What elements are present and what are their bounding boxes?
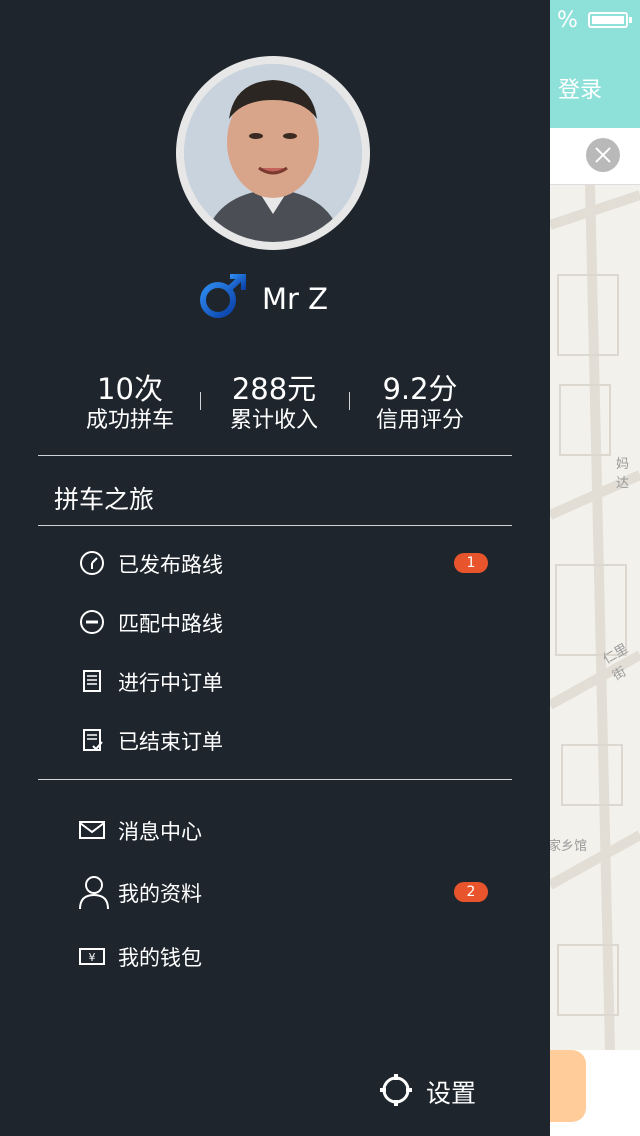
clock-icon	[78, 549, 106, 577]
user-icon	[78, 874, 110, 910]
wallet-icon: ¥	[78, 942, 106, 970]
map-label: 家乡馆	[550, 839, 588, 854]
document-check-icon	[78, 726, 106, 754]
notification-badge: 2	[454, 882, 488, 902]
minus-circle-icon	[78, 608, 106, 636]
stat-income: 288元 累计收入	[199, 372, 349, 436]
menu-item-label: 已发布路线	[118, 553, 223, 577]
menu-item-matching-routes[interactable]: 匹配中路线	[78, 602, 498, 642]
side-drawer: Mr Z 10次 成功拼车 288元 累计收入 9.2分 信用评分 拼车之旅 已…	[0, 0, 550, 1136]
menu-item-label: 消息中心	[118, 820, 202, 844]
clear-icon[interactable]	[586, 138, 620, 172]
menu-item-label: 匹配中路线	[118, 612, 223, 636]
bottom-action-button[interactable]	[550, 1050, 586, 1122]
battery-icon	[588, 12, 632, 28]
notification-badge: 1	[454, 553, 488, 573]
stat-label: 信用评分	[375, 408, 464, 433]
menu-item-wallet[interactable]: ¥ 我的钱包	[78, 936, 498, 976]
avatar-photo	[184, 64, 362, 242]
menu-item-label: 已结束订单	[118, 730, 223, 754]
settings-button[interactable]: 设置	[378, 1070, 498, 1110]
divider	[38, 525, 512, 526]
stat-rides: 10次 成功拼车	[55, 372, 205, 436]
avatar[interactable]	[176, 56, 370, 250]
male-symbol-icon	[198, 273, 247, 324]
gear-icon	[378, 1072, 414, 1112]
divider	[38, 779, 512, 780]
menu-item-label: 进行中订单	[118, 671, 223, 695]
stat-label: 累计收入	[229, 408, 318, 433]
login-button[interactable]: 登录	[558, 72, 602, 104]
menu-item-messages[interactable]: 消息中心	[78, 810, 498, 850]
section-title: 拼车之旅	[54, 485, 155, 514]
stat-value: 288元	[231, 372, 317, 406]
battery-percent: %	[557, 8, 578, 33]
stat-credit: 9.2分 信用评分	[345, 372, 495, 436]
stat-label: 成功拼车	[85, 408, 174, 433]
menu-item-profile[interactable]: 我的资料 2	[78, 872, 498, 912]
menu-item-label: 我的钱包	[118, 946, 202, 970]
map-view[interactable]: 妈达 仁里街 家乡馆	[550, 185, 640, 1050]
menu-item-published-routes[interactable]: 已发布路线 1	[78, 543, 498, 583]
menu-item-finished-orders[interactable]: 已结束订单	[78, 720, 498, 760]
stat-value: 9.2分	[382, 372, 458, 406]
map-label: 妈达	[616, 457, 630, 491]
envelope-icon	[78, 816, 106, 844]
svg-text:¥: ¥	[89, 951, 96, 964]
menu-item-active-orders[interactable]: 进行中订单	[78, 661, 498, 701]
divider	[38, 455, 512, 456]
username: Mr Z	[262, 282, 329, 316]
menu-item-label: 我的资料	[118, 882, 202, 906]
document-icon	[78, 667, 106, 695]
stat-value: 10次	[97, 372, 163, 406]
settings-label: 设置	[426, 1079, 477, 1108]
